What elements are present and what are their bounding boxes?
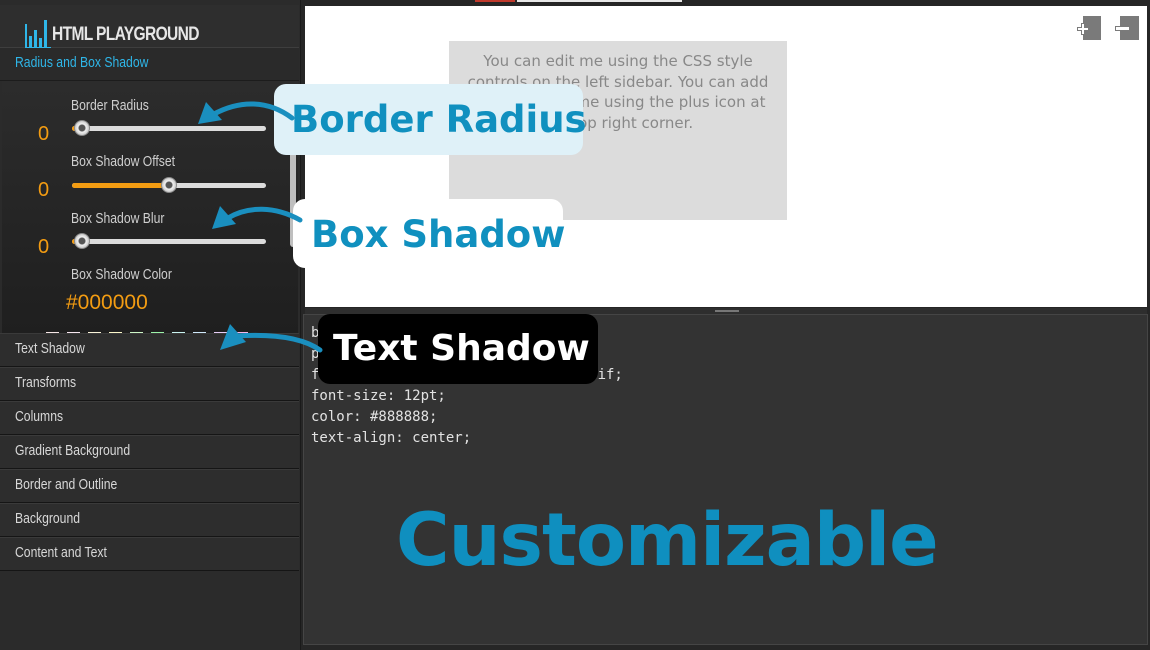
menu-item-label: Columns: [15, 409, 64, 425]
caption-customizable: Customizable: [396, 498, 939, 583]
add-element-icon[interactable]: [1076, 15, 1102, 41]
box-shadow-blur-slider[interactable]: [72, 233, 266, 249]
box-shadow-color-value[interactable]: #000000: [66, 291, 148, 315]
border-radius-slider[interactable]: [72, 120, 266, 136]
box-shadow-offset-slider[interactable]: [72, 177, 266, 193]
section-title-label: Radius and Box Shadow: [15, 55, 149, 71]
box-shadow-offset-label: Box Shadow Offset: [71, 154, 176, 170]
menu-item-border-and-outline[interactable]: Border and Outline: [0, 469, 299, 503]
tab-indicator[interactable]: [517, 0, 682, 2]
logo-text: HTML PLAYGROUND: [52, 24, 200, 45]
box-shadow-blur-label: Box Shadow Blur: [71, 211, 165, 227]
code-line: color: #888888;: [311, 409, 438, 425]
controls-panel: Border Radius 0 Box Shadow Offset 0 Box …: [2, 81, 298, 333]
menu-item-transforms[interactable]: Transforms: [0, 367, 299, 401]
slider-thumb[interactable]: [161, 177, 177, 193]
menu-item-label: Gradient Background: [15, 443, 131, 459]
border-radius-value: 0: [38, 123, 50, 145]
section-title[interactable]: Radius and Box Shadow: [0, 48, 299, 81]
menu-item-label: Content and Text: [15, 545, 107, 561]
menu-item-label: Border and Outline: [15, 477, 118, 493]
remove-element-icon[interactable]: [1114, 15, 1140, 41]
menu-item-gradient-background[interactable]: Gradient Background: [0, 435, 299, 469]
code-line: font-size: 12pt;: [311, 388, 446, 404]
menu-item-label: Text Shadow: [15, 341, 85, 357]
box-shadow-color-label: Box Shadow Color: [71, 267, 172, 283]
code-line: text-align: center;: [311, 430, 472, 446]
logo-bars-icon: [25, 20, 51, 48]
slider-thumb[interactable]: [73, 120, 90, 136]
top-tab-strip: [305, 0, 1150, 5]
menu-item-columns[interactable]: Columns: [0, 401, 299, 435]
menu-item-label: Background: [15, 511, 81, 527]
menu-item-text-shadow[interactable]: Text Shadow: [0, 333, 299, 367]
box-shadow-offset-value: 0: [38, 179, 50, 201]
callout-box-shadow: Box Shadow: [293, 199, 565, 268]
color-swatches: [46, 326, 256, 333]
menu-item-background[interactable]: Background: [0, 503, 299, 537]
callout-text-shadow: Text Shadow: [318, 314, 598, 384]
box-shadow-blur-value: 0: [38, 236, 50, 258]
menu-item-label: Transforms: [15, 375, 77, 391]
splitter-grip[interactable]: [715, 310, 739, 312]
callout-border-radius: Border Radius: [274, 84, 587, 155]
sidebar: HTML PLAYGROUND Radius and Box Shadow Bo…: [0, 0, 301, 650]
sidebar-menu: Text Shadow Transforms Columns Gradient …: [0, 333, 299, 571]
border-radius-label: Border Radius: [71, 98, 149, 114]
menu-item-content-and-text[interactable]: Content and Text: [0, 537, 299, 571]
slider-thumb[interactable]: [73, 233, 90, 249]
logo: HTML PLAYGROUND: [0, 5, 299, 48]
tab-indicator-active[interactable]: [475, 0, 515, 2]
